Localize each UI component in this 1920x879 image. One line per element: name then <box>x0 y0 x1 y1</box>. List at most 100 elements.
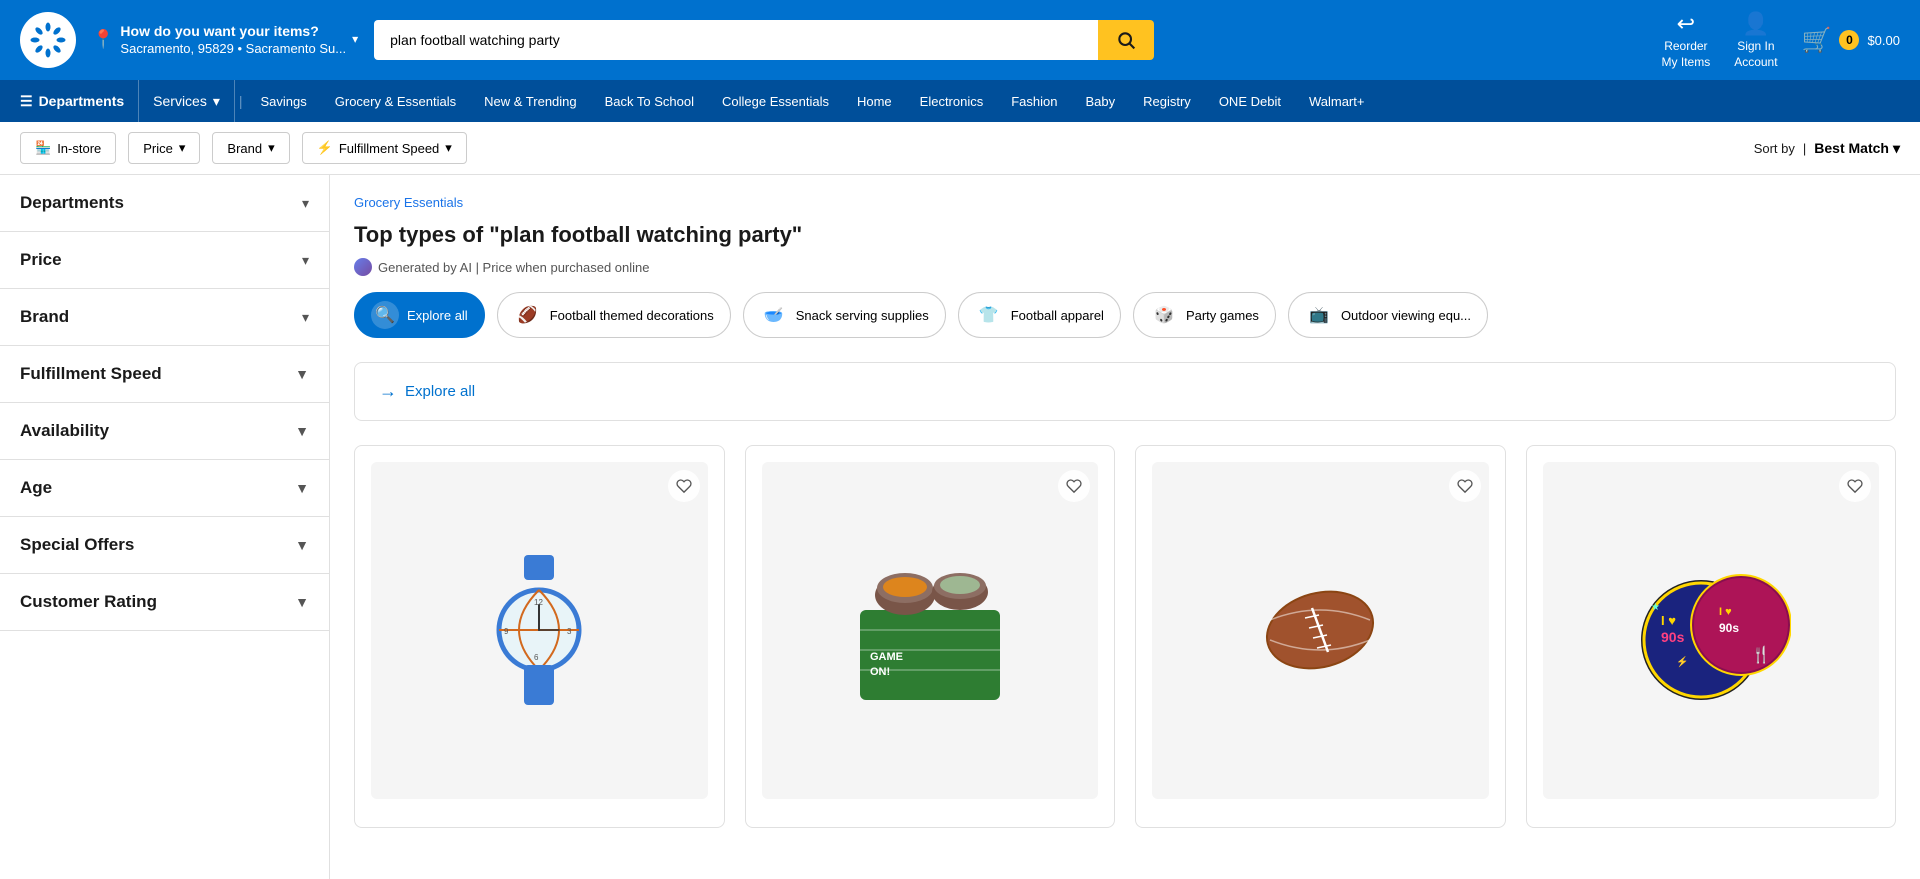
basketball-watch-illustration: 12 6 9 3 <box>479 550 599 710</box>
age-chevron-icon: ▼ <box>295 480 309 496</box>
hamburger-icon: ☰ <box>20 93 33 110</box>
explore-all-arrow-icon: → <box>379 381 397 402</box>
nav-link-registry[interactable]: Registry <box>1129 80 1205 122</box>
heart-icon-1 <box>676 478 692 494</box>
sort-by: Sort by | Best Match ▾ <box>1754 140 1900 157</box>
sidebar-header-brand[interactable]: Brand ▾ <box>0 289 329 345</box>
nav-departments-button[interactable]: ☰ Departments <box>20 80 139 122</box>
nav-link-electronics[interactable]: Electronics <box>906 80 998 122</box>
sidebar-header-customer-rating[interactable]: Customer Rating ▼ <box>0 574 329 630</box>
sort-value: Best Match <box>1814 140 1889 156</box>
product-card-4[interactable]: I ♥ 90s ★ ♦ ⚡ I ♥ 90s 🍴 <box>1526 445 1897 828</box>
svg-text:90s: 90s <box>1661 629 1685 645</box>
search-icon <box>1116 30 1136 50</box>
cart-total: $0.00 <box>1867 33 1900 48</box>
sidebar-fulfillment-title: Fulfillment Speed <box>20 364 162 384</box>
sidebar-section-price: Price ▾ <box>0 232 329 289</box>
store-icon: 🏪 <box>35 140 51 156</box>
party-games-icon: 🎲 <box>1150 301 1178 329</box>
sidebar-header-fulfillment[interactable]: Fulfillment Speed ▼ <box>0 346 329 402</box>
search-input[interactable] <box>374 20 1098 60</box>
signin-sublabel: Account <box>1734 55 1777 69</box>
sidebar-header-age[interactable]: Age ▼ <box>0 460 329 516</box>
football-apparel-icon: 👕 <box>975 301 1003 329</box>
add-to-favorites-2[interactable] <box>1058 470 1090 502</box>
brand-chevron-icon: ▾ <box>268 140 275 156</box>
chip-snack-serving[interactable]: 🥣 Snack serving supplies <box>743 292 946 338</box>
nav-link-fashion[interactable]: Fashion <box>997 80 1071 122</box>
chip-party-games[interactable]: 🎲 Party games <box>1133 292 1276 338</box>
product-grid: 12 6 9 3 <box>354 445 1896 828</box>
sign-in-button[interactable]: 👤 Sign In Account <box>1734 11 1777 69</box>
nav-services-button[interactable]: Services ▾ <box>139 80 235 122</box>
nav-link-baby[interactable]: Baby <box>1071 80 1129 122</box>
sidebar-header-availability[interactable]: Availability ▼ <box>0 403 329 459</box>
search-button[interactable] <box>1098 20 1154 60</box>
nav-link-savings[interactable]: Savings <box>247 80 321 122</box>
signin-label: Sign In <box>1737 39 1774 53</box>
sort-select-button[interactable]: Best Match ▾ <box>1814 140 1900 157</box>
sidebar-header-price[interactable]: Price ▾ <box>0 232 329 288</box>
chip-football-apparel[interactable]: 👕 Football apparel <box>958 292 1121 338</box>
chip-outdoor-viewing[interactable]: 📺 Outdoor viewing equ... <box>1288 292 1488 338</box>
add-to-favorites-4[interactable] <box>1839 470 1871 502</box>
category-chips: 🔍 Explore all 🏈 Football themed decorati… <box>354 292 1896 338</box>
nav-link-back-to-school[interactable]: Back To School <box>591 80 708 122</box>
walmart-logo[interactable] <box>20 12 76 68</box>
filter-in-store-button[interactable]: 🏪 In-store <box>20 132 116 164</box>
reorder-button[interactable]: ↩ Reorder My Items <box>1662 11 1711 69</box>
explore-all-row[interactable]: → Explore all <box>354 362 1896 421</box>
sidebar-section-availability: Availability ▼ <box>0 403 329 460</box>
add-to-favorites-1[interactable] <box>668 470 700 502</box>
chip-snack-serving-label: Snack serving supplies <box>796 308 929 323</box>
cart-button[interactable]: 🛒 0 $0.00 <box>1802 26 1900 55</box>
product-image-1: 12 6 9 3 <box>371 462 708 799</box>
game-day-set-illustration: GAME ON! <box>850 550 1010 710</box>
main-layout: Departments ▾ Price ▾ Brand ▾ Fulfillmen… <box>0 175 1920 879</box>
sort-chevron-icon: ▾ <box>1893 140 1900 157</box>
content-area: Grocery Essentials Top types of "plan fo… <box>330 175 1920 879</box>
section-title: Top types of "plan football watching par… <box>354 222 1896 248</box>
nav-link-grocery[interactable]: Grocery & Essentials <box>321 80 470 122</box>
product-image-3 <box>1152 462 1489 799</box>
reorder-sublabel: My Items <box>1662 55 1711 69</box>
product-card-3[interactable] <box>1135 445 1506 828</box>
filter-fulfillment-button[interactable]: ⚡ Fulfillment Speed ▾ <box>302 132 467 164</box>
location-button[interactable]: 📍 How do you want your items? Sacramento… <box>92 22 358 57</box>
chip-explore-all[interactable]: 🔍 Explore all <box>354 292 485 338</box>
svg-text:9: 9 <box>504 627 509 636</box>
chip-explore-all-label: Explore all <box>407 308 468 323</box>
sidebar-header-departments[interactable]: Departments ▾ <box>0 175 329 231</box>
cart-icon: 🛒 <box>1802 26 1832 55</box>
filter-brand-button[interactable]: Brand ▾ <box>212 132 289 164</box>
fulfillment-icon: ⚡ <box>317 140 333 156</box>
nav-link-trending[interactable]: New & Trending <box>470 80 591 122</box>
header-actions: ↩ Reorder My Items 👤 Sign In Account 🛒 0… <box>1662 11 1900 69</box>
product-card-1[interactable]: 12 6 9 3 <box>354 445 725 828</box>
ai-label: Generated by AI | Price when purchased o… <box>378 260 650 275</box>
product-card-2[interactable]: GAME ON! <box>745 445 1116 828</box>
filter-price-button[interactable]: Price ▾ <box>128 132 200 164</box>
price-chevron-icon: ▾ <box>179 140 186 156</box>
customer-rating-chevron-icon: ▼ <box>295 594 309 610</box>
nav-link-home[interactable]: Home <box>843 80 906 122</box>
football-decorations-icon: 🏈 <box>514 301 542 329</box>
breadcrumb-grocery-essentials[interactable]: Grocery Essentials <box>354 195 463 210</box>
svg-text:I ♥: I ♥ <box>1661 613 1676 628</box>
sidebar-price-title: Price <box>20 250 62 270</box>
services-label: Services <box>153 93 207 109</box>
fulfillment-label: Fulfillment Speed <box>339 141 439 156</box>
sidebar-brand-title: Brand <box>20 307 69 327</box>
chip-football-decorations[interactable]: 🏈 Football themed decorations <box>497 292 731 338</box>
svg-text:90s: 90s <box>1719 621 1739 635</box>
nav-link-college[interactable]: College Essentials <box>708 80 843 122</box>
nav-link-one-debit[interactable]: ONE Debit <box>1205 80 1295 122</box>
reorder-icon: ↩ <box>1677 11 1695 37</box>
add-to-favorites-3[interactable] <box>1449 470 1481 502</box>
person-icon: 👤 <box>1742 11 1769 37</box>
brand-section-chevron-icon: ▾ <box>302 309 309 326</box>
departments-label: Departments <box>39 93 125 109</box>
nav-link-walmart-plus[interactable]: Walmart+ <box>1295 80 1379 122</box>
in-store-label: In-store <box>57 141 101 156</box>
sidebar-header-special-offers[interactable]: Special Offers ▼ <box>0 517 329 573</box>
